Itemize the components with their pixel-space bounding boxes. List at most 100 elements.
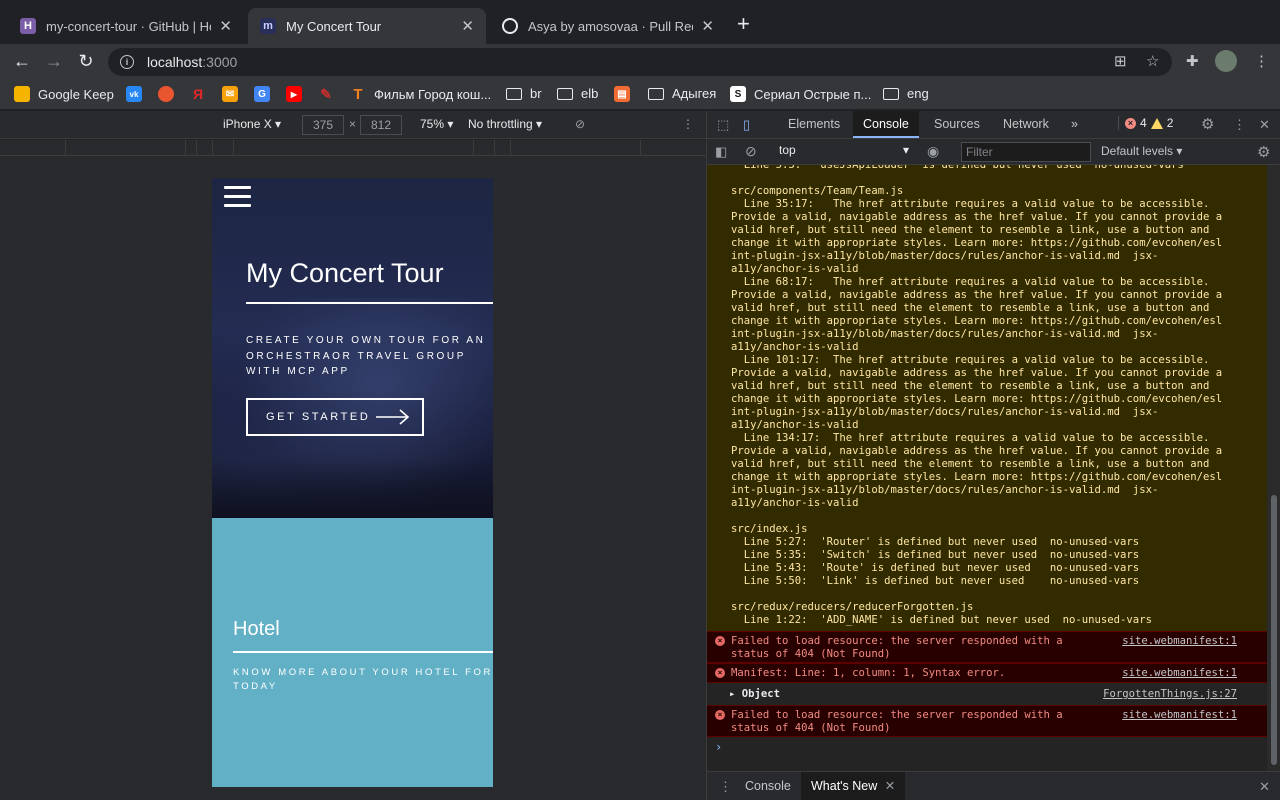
bookmark-2[interactable]	[158, 86, 182, 102]
close-drawer-tab-icon[interactable]: ✕	[885, 779, 895, 793]
heroku-favicon-icon: H	[20, 18, 36, 34]
hotel-section: Hotel KNOW MORE ABOUT YOUR HOTEL FOR TOD…	[212, 518, 493, 787]
bookmark-series[interactable]: S Сериал Острые п...	[730, 86, 871, 102]
console-scrollbar[interactable]	[1267, 165, 1280, 771]
bookmark-youtube[interactable]: ▶	[286, 86, 310, 102]
drawer-tab-whats-new[interactable]: What's New ✕	[801, 772, 906, 800]
device-height-input[interactable]: 812	[360, 115, 402, 135]
bookmark-folder-eng[interactable]: eng	[883, 86, 929, 101]
live-expression-eye-icon[interactable]: ◉	[927, 143, 939, 160]
google-translate-icon: G	[254, 86, 270, 102]
device-more-icon[interactable]: ⋮	[682, 117, 694, 131]
rotate-icon[interactable]: ⊘	[575, 117, 585, 131]
tab-elements[interactable]: Elements	[778, 111, 850, 138]
hero-subtitle: CREATE YOUR OWN TOUR FOR AN ORCHESTRAOR …	[246, 335, 486, 377]
forward-arrow-icon[interactable]: →	[43, 50, 65, 72]
device-toggle-icon[interactable]: ▯	[743, 117, 750, 133]
source-link[interactable]: site.webmanifest:1	[1122, 635, 1237, 648]
zoom-select[interactable]: 75% ▾	[420, 117, 453, 131]
close-tab-icon[interactable]: ✕	[701, 17, 714, 35]
bookmark-yandex[interactable]: Я	[190, 86, 214, 102]
console-toolbar: ◧ ⊘ top ▾ ◉ Filter Default levels ▾ ⚙	[707, 139, 1280, 165]
menu-kebab-icon[interactable]: ⋮	[1254, 52, 1269, 70]
settings-gear-icon[interactable]: ⚙	[1201, 115, 1214, 133]
address-bar[interactable]: i localhost:3000	[108, 48, 1172, 76]
device-width-input[interactable]: 375	[302, 115, 344, 135]
console-error-row: × Manifest: Line: 1, column: 1, Syntax e…	[707, 663, 1267, 683]
tab-console[interactable]: Console	[853, 111, 919, 138]
browser-tab-github[interactable]: H my-concert-tour · GitHub | Her ✕	[8, 8, 244, 44]
more-tabs-icon[interactable]: »	[1061, 111, 1088, 138]
drawer-tab-console[interactable]: Console	[735, 772, 801, 800]
browser-tab-concert-tour[interactable]: m My Concert Tour ✕	[248, 8, 486, 44]
devtools-tab-bar: ⬚ ▯ Elements Console Sources Network » ×…	[707, 111, 1280, 139]
crowd-silhouette	[212, 458, 493, 518]
tab-sources[interactable]: Sources	[924, 111, 990, 138]
source-link[interactable]: site.webmanifest:1	[1122, 667, 1237, 680]
issues-badge[interactable]: × 4 2	[1118, 116, 1173, 130]
profile-avatar[interactable]	[1215, 50, 1237, 72]
bookmark-film[interactable]: T Фильм Город кош...	[350, 85, 491, 103]
folder-icon	[883, 87, 899, 100]
close-tab-icon[interactable]: ✕	[461, 17, 474, 35]
inspect-element-icon[interactable]: ⬚	[717, 117, 729, 133]
t-logo-icon: T	[353, 85, 363, 103]
console-filter-input[interactable]: Filter	[961, 142, 1091, 162]
drawer-menu-icon[interactable]: ⋮	[719, 779, 732, 795]
bookmark-translate[interactable]: G	[254, 86, 278, 102]
browser-tab-pull-request[interactable]: Asya by amosovaa · Pull Reque ✕	[490, 8, 726, 44]
bookmark-vk[interactable]: vk	[126, 86, 150, 102]
bookmark-slides[interactable]: ▤	[614, 86, 638, 102]
get-started-button[interactable]: GET STARTED	[246, 398, 424, 436]
clear-console-icon[interactable]: ⊘	[745, 143, 757, 160]
translate-icon[interactable]: ⊞	[1114, 52, 1127, 70]
mobile-page: My Concert Tour CREATE YOUR OWN TOUR FOR…	[212, 178, 493, 787]
dimension-separator: ×	[349, 117, 357, 131]
new-tab-plus-icon[interactable]: +	[737, 13, 750, 35]
app-favicon-icon: m	[260, 18, 276, 34]
devtools-drawer: ⋮ Console What's New ✕ ✕	[707, 771, 1280, 800]
error-icon: ×	[715, 636, 725, 646]
console-warning-message: Line 5:3: 'useJsApiLoader' is defined bu…	[707, 165, 1267, 631]
google-keep-icon	[14, 86, 30, 102]
tab-network[interactable]: Network	[993, 111, 1059, 138]
source-link[interactable]: site.webmanifest:1	[1122, 709, 1237, 722]
log-levels-select[interactable]: Default levels ▾	[1101, 144, 1182, 158]
bookmark-mail[interactable]: ✉	[222, 86, 246, 102]
bookmark-folder-elb[interactable]: elb	[557, 86, 598, 101]
s-logo-icon: S	[730, 86, 746, 102]
close-devtools-icon[interactable]: ✕	[1259, 117, 1270, 133]
throttling-select[interactable]: No throttling ▾	[468, 117, 542, 131]
bookmark-google-keep[interactable]: Google Keep	[14, 86, 114, 102]
devtools-menu-icon[interactable]: ⋮	[1233, 117, 1246, 133]
context-selector[interactable]: top ▾	[773, 143, 909, 161]
back-arrow-icon[interactable]: ←	[11, 50, 33, 72]
reload-icon[interactable]: ↻	[75, 50, 97, 72]
slides-icon: ▤	[614, 86, 630, 102]
site-info-icon[interactable]: i	[120, 55, 134, 69]
bookmark-folder-adygea[interactable]: Адыгея	[648, 86, 716, 101]
close-tab-icon[interactable]: ✕	[219, 17, 232, 35]
device-select[interactable]: iPhone X ▾	[223, 117, 281, 131]
folder-icon	[557, 87, 573, 100]
console-settings-gear-icon[interactable]: ⚙	[1257, 143, 1270, 161]
console-log-row[interactable]: ▸ Object ForgottenThings.js:27	[707, 683, 1267, 705]
source-link[interactable]: ForgottenThings.js:27	[1103, 688, 1237, 701]
extensions-puzzle-icon[interactable]: ✚	[1186, 52, 1199, 70]
hero-section: My Concert Tour CREATE YOUR OWN TOUR FOR…	[212, 178, 493, 518]
sidebar-toggle-icon[interactable]: ◧	[715, 144, 727, 160]
warning-count-icon	[1150, 117, 1163, 129]
console-prompt[interactable]: ›	[715, 740, 722, 754]
bookmark-folder-br[interactable]: br	[506, 86, 542, 101]
vk-icon: vk	[126, 86, 142, 102]
hotel-underline	[233, 651, 493, 653]
media-query-ruler	[0, 140, 706, 156]
url-text: localhost:3000	[147, 54, 238, 70]
hamburger-menu-icon[interactable]	[224, 186, 251, 208]
page-title: My Concert Tour	[246, 258, 444, 288]
bookmark-feather[interactable]: ✎	[318, 86, 342, 102]
console-error-row: × Failed to load resource: the server re…	[707, 705, 1267, 737]
close-drawer-icon[interactable]: ✕	[1259, 779, 1270, 795]
devtools-panel: ⬚ ▯ Elements Console Sources Network » ×…	[706, 111, 1280, 800]
bookmark-star-icon[interactable]: ☆	[1146, 52, 1159, 70]
